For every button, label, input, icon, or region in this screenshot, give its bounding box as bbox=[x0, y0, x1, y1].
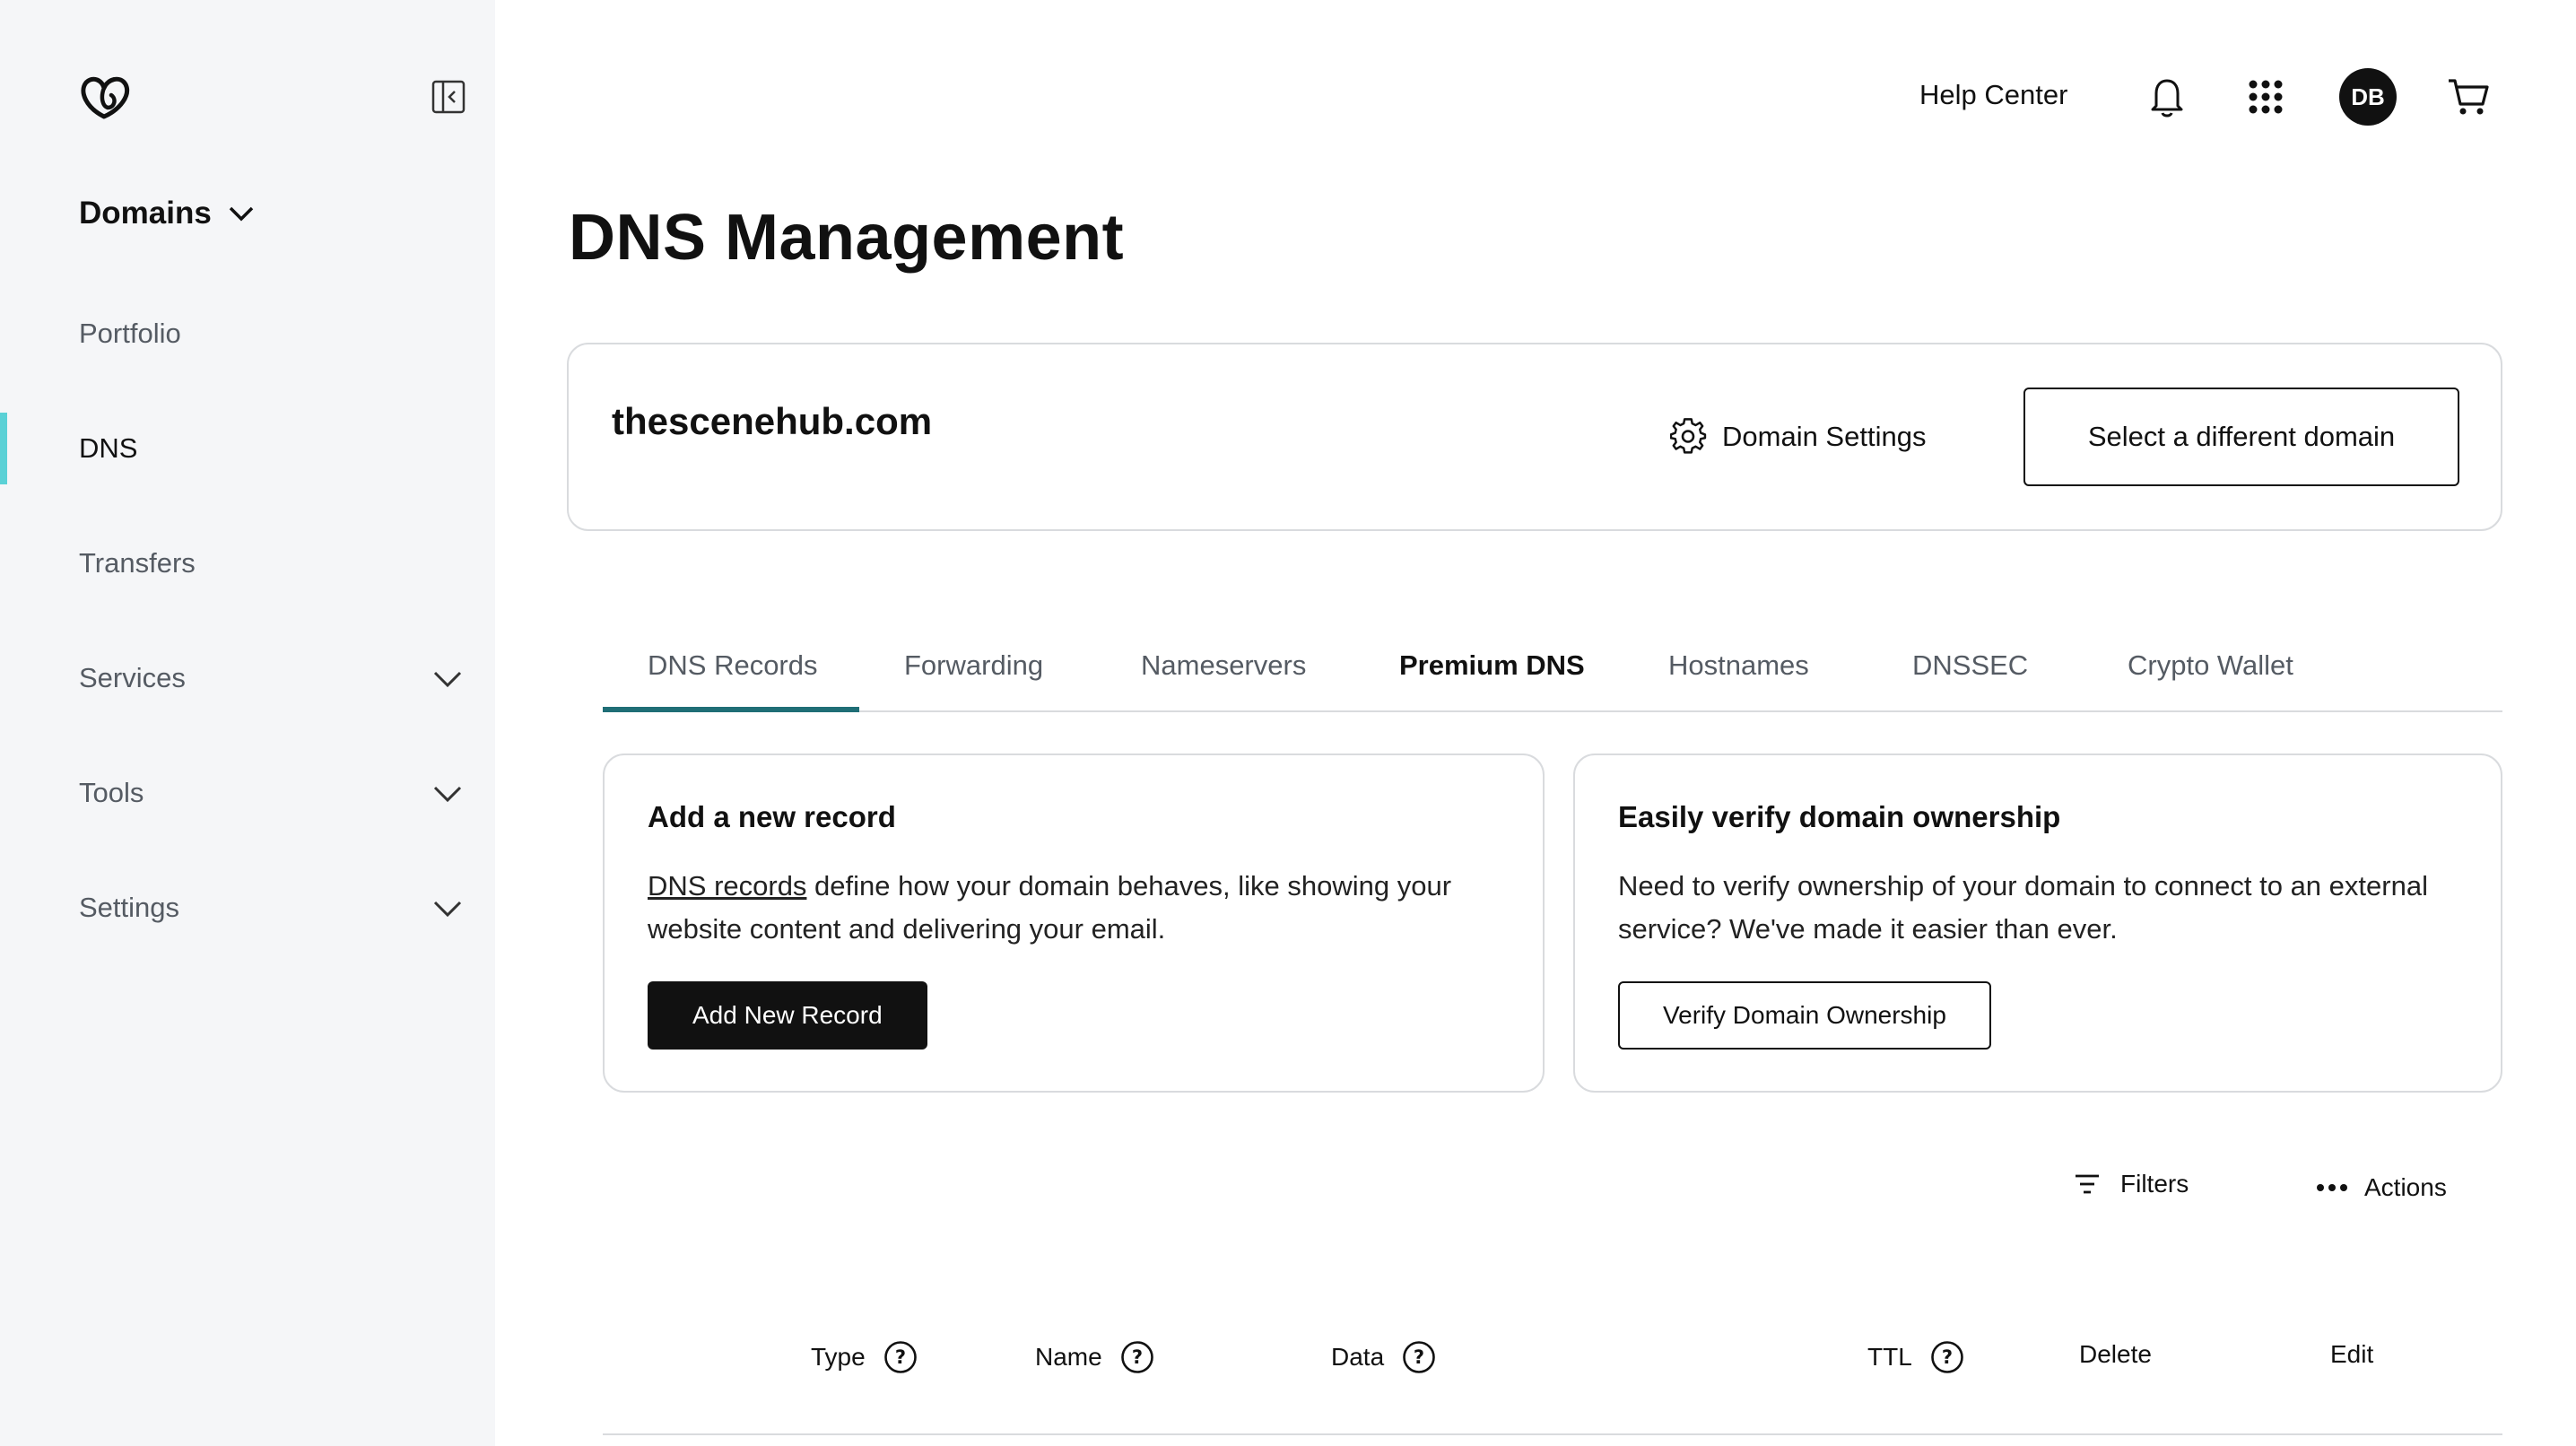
select-different-domain-button[interactable]: Select a different domain bbox=[2023, 388, 2459, 486]
sidebar-item-label: Settings bbox=[79, 892, 180, 923]
column-label: Type bbox=[811, 1343, 866, 1371]
chevron-down-icon bbox=[433, 671, 462, 688]
domain-name: thescenehub.com bbox=[612, 400, 933, 442]
column-header-type: Type ? bbox=[811, 1340, 918, 1374]
column-label: Delete bbox=[2079, 1340, 2152, 1368]
tab-dns-records[interactable]: DNS Records bbox=[648, 649, 818, 682]
add-record-desc-line1: define how your domain behaves, like sho… bbox=[806, 870, 1452, 902]
sidebar-item-portfolio[interactable]: Portfolio bbox=[0, 298, 495, 370]
svg-text:?: ? bbox=[1414, 1346, 1424, 1368]
dns-tabs: DNS Records Forwarding Nameservers Premi… bbox=[603, 628, 2502, 712]
chevron-down-icon bbox=[433, 901, 462, 918]
domain-settings-button[interactable]: Domain Settings bbox=[1670, 418, 1926, 456]
help-circle-icon[interactable]: ? bbox=[883, 1340, 918, 1374]
add-record-desc-line2: website content and delivering your emai… bbox=[648, 913, 1166, 945]
domain-settings-label: Domain Settings bbox=[1722, 421, 1927, 452]
filters-label: Filters bbox=[2120, 1170, 2189, 1198]
bell-icon[interactable] bbox=[2149, 75, 2185, 118]
gear-icon bbox=[1670, 418, 1707, 454]
chevron-down-icon bbox=[433, 786, 462, 803]
chevron-down-icon bbox=[229, 206, 254, 222]
sidebar-item-label: Portfolio bbox=[79, 318, 181, 349]
tab-premium-dns[interactable]: Premium DNS bbox=[1399, 649, 1585, 682]
sidebar-item-label: Tools bbox=[79, 777, 144, 808]
verify-ownership-card: Easily verify domain ownership Need to v… bbox=[1573, 753, 2502, 1093]
help-circle-icon[interactable]: ? bbox=[1120, 1340, 1154, 1374]
avatar[interactable]: DB bbox=[2339, 68, 2397, 126]
apps-grid-icon[interactable] bbox=[2248, 79, 2284, 115]
verify-desc-line2: service? We've made it easier than ever. bbox=[1618, 913, 2118, 945]
tab-nameservers[interactable]: Nameservers bbox=[1141, 649, 1306, 682]
svg-text:?: ? bbox=[895, 1346, 906, 1368]
domain-card: thescenehub.com Domain Settings Select a… bbox=[567, 343, 2502, 531]
svg-text:?: ? bbox=[1132, 1346, 1143, 1368]
actions-button[interactable]: Actions bbox=[2316, 1173, 2447, 1202]
column-header-data: Data ? bbox=[1331, 1340, 1436, 1374]
help-circle-icon[interactable]: ? bbox=[1402, 1340, 1436, 1374]
sidebar-item-transfers[interactable]: Transfers bbox=[0, 527, 495, 599]
sidebar-item-dns[interactable]: DNS bbox=[0, 413, 495, 484]
column-header-edit: Edit bbox=[2330, 1340, 2373, 1369]
sidebar-item-settings[interactable]: Settings bbox=[0, 872, 495, 944]
help-circle-icon[interactable]: ? bbox=[1930, 1340, 1964, 1374]
sidebar-item-tools[interactable]: Tools bbox=[0, 757, 495, 829]
column-header-name: Name ? bbox=[1035, 1340, 1154, 1374]
add-record-card: Add a new record DNS records define how … bbox=[603, 753, 1545, 1093]
active-tab-indicator bbox=[603, 707, 859, 712]
column-label: Name bbox=[1035, 1343, 1102, 1371]
tab-crypto-wallet[interactable]: Crypto Wallet bbox=[2128, 649, 2293, 682]
add-record-description: DNS records define how your domain behav… bbox=[648, 865, 1451, 951]
sidebar-title-label: Domains bbox=[79, 196, 212, 231]
column-header-delete: Delete bbox=[2079, 1340, 2152, 1369]
verify-domain-ownership-button[interactable]: Verify Domain Ownership bbox=[1618, 981, 1991, 1050]
table-header-divider bbox=[603, 1433, 2502, 1435]
actions-label: Actions bbox=[2364, 1173, 2447, 1201]
filters-button[interactable]: Filters bbox=[2074, 1170, 2189, 1198]
verify-title: Easily verify domain ownership bbox=[1618, 800, 2061, 833]
tab-hostnames[interactable]: Hostnames bbox=[1668, 649, 1809, 682]
add-record-title: Add a new record bbox=[648, 800, 896, 833]
column-header-ttl: TTL ? bbox=[1867, 1340, 1964, 1374]
svg-text:?: ? bbox=[1942, 1346, 1953, 1368]
godaddy-logo[interactable] bbox=[77, 72, 131, 122]
sidebar-collapse-icon[interactable] bbox=[431, 79, 466, 115]
verify-description: Need to verify ownership of your domain … bbox=[1618, 865, 2428, 951]
column-label: TTL bbox=[1867, 1343, 1912, 1371]
sidebar-item-label: Transfers bbox=[79, 547, 196, 579]
column-label: Edit bbox=[2330, 1340, 2374, 1368]
column-label: Data bbox=[1331, 1343, 1385, 1371]
add-new-record-button[interactable]: Add New Record bbox=[648, 981, 927, 1050]
dns-records-link[interactable]: DNS records bbox=[648, 870, 806, 902]
sidebar-item-label: Services bbox=[79, 662, 186, 693]
cart-icon[interactable] bbox=[2447, 77, 2490, 117]
help-center-link[interactable]: Help Center bbox=[1919, 79, 2067, 111]
sidebar-title-domains[interactable]: Domains bbox=[79, 196, 255, 231]
filter-icon bbox=[2076, 1174, 2099, 1194]
sidebar-item-label: DNS bbox=[79, 432, 138, 464]
verify-desc-line1: Need to verify ownership of your domain … bbox=[1618, 870, 2428, 902]
sidebar: Domains Portfolio DNS Transfers Services… bbox=[0, 0, 495, 1446]
page-title: DNS Management bbox=[569, 202, 1125, 274]
sidebar-item-services[interactable]: Services bbox=[0, 642, 495, 714]
tab-dnssec[interactable]: DNSSEC bbox=[1912, 649, 2028, 682]
tab-forwarding[interactable]: Forwarding bbox=[904, 649, 1043, 682]
more-dots-icon bbox=[2317, 1184, 2347, 1191]
active-indicator bbox=[0, 413, 7, 484]
